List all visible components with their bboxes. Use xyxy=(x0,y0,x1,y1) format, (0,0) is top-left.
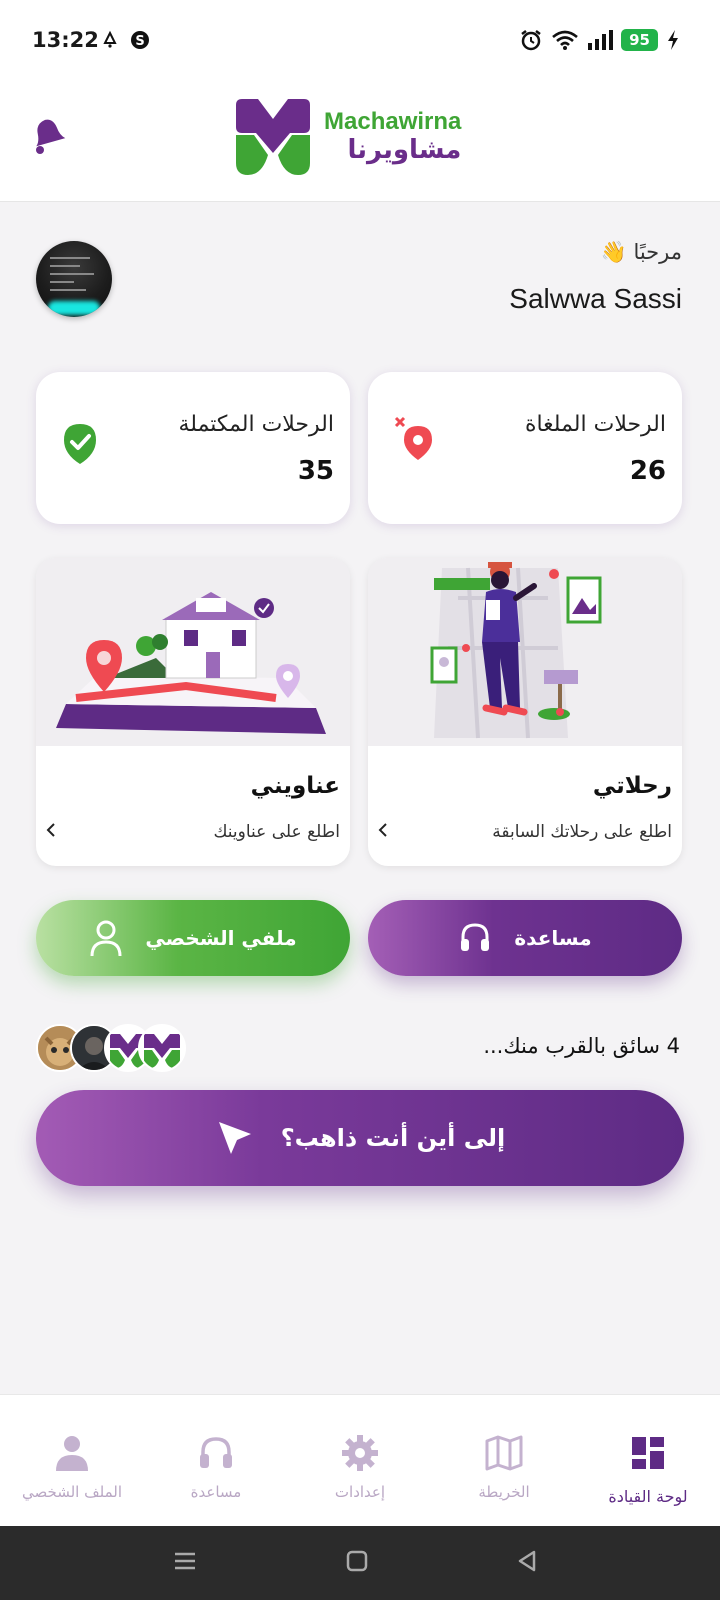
person-outline-icon xyxy=(90,920,122,957)
app-logo: Machawirna مشاويرنا xyxy=(232,97,461,177)
chevron-left-icon xyxy=(46,823,55,837)
user-avatar[interactable] xyxy=(36,241,112,317)
nav-item-settings[interactable]: إعدادات xyxy=(288,1395,432,1527)
driver-avatar xyxy=(138,1024,186,1072)
my-addresses-title: عناويني xyxy=(250,773,340,799)
app-s-icon: S xyxy=(131,31,149,49)
nav-label-help: مساعدة xyxy=(190,1483,242,1501)
map-icon xyxy=(485,1435,523,1471)
completed-trips-label: الرحلات المكتملة xyxy=(178,412,334,437)
check-shield-icon xyxy=(64,424,96,464)
nav-item-help[interactable]: مساعدة xyxy=(144,1395,288,1527)
status-left-icons: S xyxy=(100,30,150,50)
cancelled-trips-count: 26 xyxy=(629,456,666,486)
dashboard-icon xyxy=(632,1437,664,1469)
help-button[interactable]: مساعدة xyxy=(368,900,682,976)
status-bar: 13:22 S 95 xyxy=(0,0,720,80)
headset-icon xyxy=(200,1437,232,1468)
greeting-text: مرحبًا xyxy=(633,240,682,264)
bell-icon xyxy=(36,119,66,154)
nav-item-dashboard[interactable]: لوحة القيادة xyxy=(576,1395,720,1527)
my-addresses-card[interactable]: عناويني اطلع على عناوينك xyxy=(36,558,350,866)
completed-trips-count: 35 xyxy=(297,456,334,486)
headset-icon xyxy=(461,923,490,951)
addresses-illustration xyxy=(36,558,350,746)
navigation-arrow-icon xyxy=(218,1122,251,1154)
status-right-icons: 95 xyxy=(519,28,680,52)
nav-label-settings: إعدادات xyxy=(334,1483,386,1501)
battery-level: 95 xyxy=(621,29,658,51)
logo-text-english: Machawirna xyxy=(324,108,462,135)
completed-trips-card[interactable]: الرحلات المكتملة 35 xyxy=(36,372,350,524)
wave-emoji-icon: 👋 xyxy=(600,240,627,264)
nav-item-profile[interactable]: الملف الشخصي xyxy=(0,1395,144,1527)
nearby-drivers-text: 4 سائق بالقرب منك... xyxy=(483,1034,680,1058)
nav-item-map[interactable]: الخريطة xyxy=(432,1395,576,1527)
person-icon xyxy=(56,1436,88,1471)
alarm-icon xyxy=(521,30,541,51)
help-button-label: مساعدة xyxy=(514,926,592,950)
nav-label-profile: الملف الشخصي xyxy=(22,1483,122,1501)
nav-label-dashboard: لوحة القيادة xyxy=(608,1487,688,1506)
my-trips-title: رحلاتي xyxy=(592,773,672,799)
greeting: مرحبًا 👋 xyxy=(601,240,682,265)
charging-icon xyxy=(668,30,678,50)
cancelled-trips-card[interactable]: الرحلات الملغاة 26 xyxy=(368,372,682,524)
logo-text-arabic: مشاويرنا xyxy=(347,135,462,165)
status-time: 13:22 xyxy=(32,28,99,52)
my-addresses-subtitle: اطلع على عناوينك xyxy=(213,822,340,842)
my-trips-card[interactable]: رحلاتي اطلع على رحلاتك السابقة xyxy=(368,558,682,866)
system-navigation-bar xyxy=(0,1526,720,1600)
where-to-button[interactable]: إلى أين أنت ذاهب؟ xyxy=(36,1090,684,1186)
my-profile-button[interactable]: ملفي الشخصي xyxy=(36,900,350,976)
wifi-icon xyxy=(552,30,578,50)
my-trips-subtitle: اطلع على رحلاتك السابقة xyxy=(492,822,672,842)
svg-text:S: S xyxy=(135,34,144,49)
nearby-drivers-avatars xyxy=(36,1024,186,1072)
logo-m-icon xyxy=(236,99,310,175)
back-icon[interactable] xyxy=(514,1546,540,1576)
cancelled-location-icon xyxy=(394,416,432,460)
nav-label-map: الخريطة xyxy=(478,1483,530,1501)
cancelled-trips-label: الرحلات الملغاة xyxy=(524,412,666,437)
where-to-label: إلى أين أنت ذاهب؟ xyxy=(280,1124,506,1152)
recent-apps-icon[interactable] xyxy=(172,1546,198,1576)
app-header: Machawirna مشاويرنا xyxy=(0,80,720,202)
gear-icon xyxy=(342,1435,378,1471)
trips-illustration xyxy=(368,558,682,746)
notification-bell-outline-icon xyxy=(103,30,117,48)
chevron-left-icon xyxy=(378,823,387,837)
notifications-button[interactable] xyxy=(26,114,66,162)
my-profile-button-label: ملفي الشخصي xyxy=(145,926,297,950)
signal-icon xyxy=(588,30,614,50)
bottom-navigation: الملف الشخصي مساعدة إعدادات الخريطة لوحة… xyxy=(0,1394,720,1526)
home-icon[interactable] xyxy=(344,1546,370,1576)
user-name: Salwwa Sassi xyxy=(509,283,682,314)
